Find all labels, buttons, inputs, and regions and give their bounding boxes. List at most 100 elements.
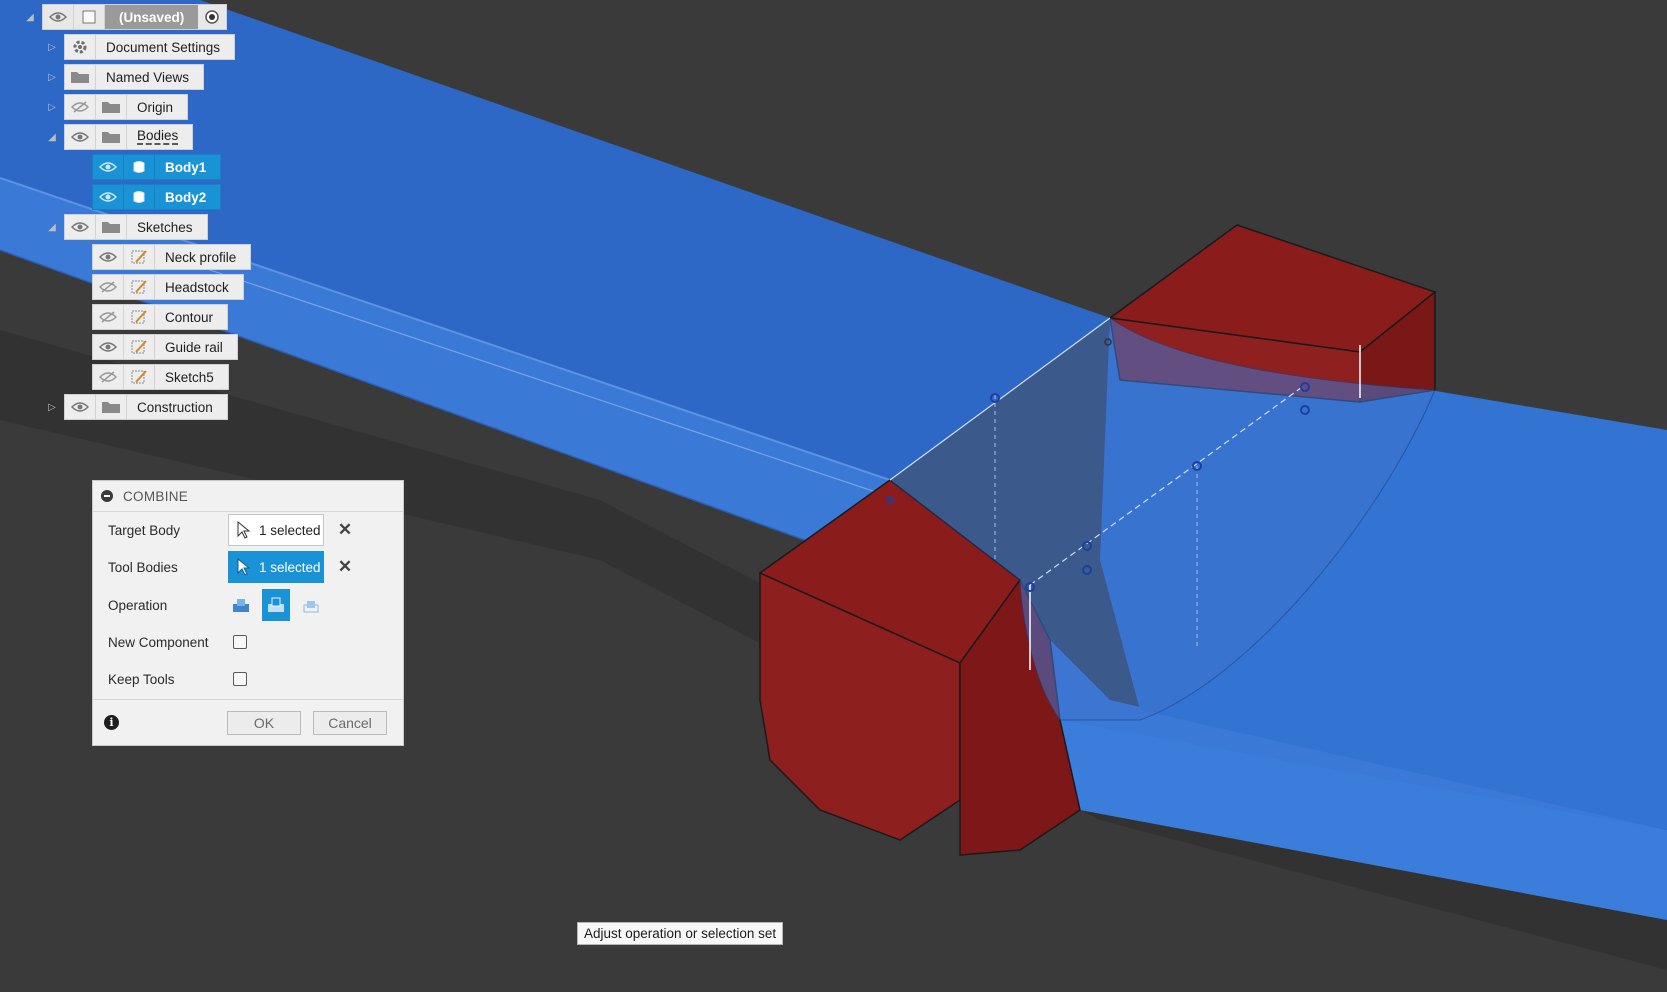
activate-radio-icon[interactable] xyxy=(198,5,226,29)
root-node[interactable]: (Unsaved) xyxy=(42,4,228,30)
body1-node[interactable]: Body1 xyxy=(92,154,222,180)
body2-node[interactable]: Body2 xyxy=(92,184,222,210)
tree-item-label: Named Views xyxy=(106,69,190,85)
tree-item-label: Neck profile xyxy=(165,249,237,265)
eye-icon[interactable] xyxy=(93,155,124,179)
new-component-label: New Component xyxy=(108,634,209,650)
component-icon xyxy=(74,5,105,29)
dialog-footer: i OK Cancel xyxy=(93,699,403,746)
headstock-node[interactable]: Headstock xyxy=(92,274,244,300)
dialog-header[interactable]: COMBINE xyxy=(93,481,403,512)
tree-item-document-settings[interactable]: ▷ Document Settings xyxy=(44,34,236,60)
root-label: (Unsaved) xyxy=(105,5,199,29)
body-icon xyxy=(124,185,155,209)
construction-node[interactable]: Construction xyxy=(64,394,228,420)
folder-icon xyxy=(96,395,127,419)
expand-arrow-icon[interactable]: ▷ xyxy=(44,394,60,420)
expand-arrow-icon[interactable]: ▷ xyxy=(44,94,60,120)
dialog-title: COMBINE xyxy=(123,488,189,504)
tree-item-headstock[interactable]: Headstock xyxy=(92,274,244,300)
eye-hidden-icon[interactable] xyxy=(93,365,124,389)
sketch-icon xyxy=(124,365,155,389)
tree-item-guide-rail[interactable]: Guide rail xyxy=(92,334,238,360)
keep-tools-label: Keep Tools xyxy=(108,671,175,687)
tree-item-construction[interactable]: ▷ Construction xyxy=(44,394,228,420)
sketch5-node[interactable]: Sketch5 xyxy=(92,364,229,390)
bodies-node[interactable]: Bodies xyxy=(64,124,194,150)
tree-item-neck-profile[interactable]: Neck profile xyxy=(92,244,252,270)
eye-icon[interactable] xyxy=(65,215,96,239)
eye-icon[interactable] xyxy=(93,185,124,209)
tree-item-body1[interactable]: Body1 xyxy=(92,154,222,180)
eye-hidden-icon[interactable] xyxy=(93,305,124,329)
expand-arrow-icon[interactable]: ▷ xyxy=(44,64,60,90)
document-settings-node[interactable]: Document Settings xyxy=(64,34,236,60)
ok-button[interactable]: OK xyxy=(227,711,301,735)
tree-item-label: Document Settings xyxy=(106,39,221,55)
clear-tools-icon[interactable]: ✕ xyxy=(336,557,354,576)
collapse-arrow-icon[interactable]: ◢ xyxy=(44,214,60,240)
collapse-dialog-icon[interactable] xyxy=(101,490,113,502)
tree-item-label: Sketch5 xyxy=(165,369,214,385)
target-body-value: 1 selected xyxy=(259,522,321,538)
sketch-icon xyxy=(124,245,155,269)
folder-icon xyxy=(96,125,127,149)
tree-root[interactable]: ◢ (Unsaved) xyxy=(22,4,228,30)
collapse-arrow-icon[interactable]: ◢ xyxy=(44,124,60,150)
folder-icon xyxy=(65,65,96,89)
tool-bodies-selector[interactable]: 1 selected xyxy=(228,551,324,583)
sketch-icon xyxy=(124,275,155,299)
tree-item-label: Origin xyxy=(137,99,174,115)
tree-item-bodies[interactable]: ◢ Bodies xyxy=(44,124,194,150)
new-component-checkbox[interactable] xyxy=(233,635,247,649)
tree-item-sketch5[interactable]: Sketch5 xyxy=(92,364,229,390)
eye-icon[interactable] xyxy=(65,125,96,149)
origin-node[interactable]: Origin xyxy=(64,94,189,120)
tree-item-label: Body2 xyxy=(165,189,207,205)
tree-item-origin[interactable]: ▷ Origin xyxy=(44,94,189,120)
tree-item-body2[interactable]: Body2 xyxy=(92,184,222,210)
contour-node[interactable]: Contour xyxy=(92,304,229,330)
combine-dialog: COMBINE Target Body 1 selected ✕ Tool Bo… xyxy=(92,480,404,746)
gear-icon xyxy=(65,35,96,59)
neck-profile-node[interactable]: Neck profile xyxy=(92,244,252,270)
cancel-button[interactable]: Cancel xyxy=(313,711,387,735)
join-icon xyxy=(233,599,249,612)
bodies-label-text: Bodies xyxy=(137,128,179,145)
tree-item-label: Construction xyxy=(137,399,213,415)
keep-tools-checkbox[interactable] xyxy=(233,672,247,686)
join-operation-button[interactable] xyxy=(227,589,255,621)
eye-icon[interactable] xyxy=(43,5,74,29)
tool-bodies-row: Tool Bodies 1 selected ✕ xyxy=(93,550,403,584)
tree-item-label: Body1 xyxy=(165,159,207,175)
sketches-node[interactable]: Sketches xyxy=(64,214,208,240)
target-body-selector[interactable]: 1 selected xyxy=(228,514,324,546)
tree-item-named-views[interactable]: ▷ Named Views xyxy=(44,64,205,90)
intersect-icon xyxy=(303,601,319,613)
named-views-node[interactable]: Named Views xyxy=(64,64,205,90)
tool-bodies-label: Tool Bodies xyxy=(108,559,178,575)
cursor-arrow-icon xyxy=(237,558,251,576)
clear-target-icon[interactable]: ✕ xyxy=(336,520,354,539)
target-body-label: Target Body xyxy=(108,522,181,538)
tree-item-label: Headstock xyxy=(165,279,229,295)
cut-operation-button[interactable] xyxy=(262,589,290,621)
tooltip: Adjust operation or selection set xyxy=(577,922,784,945)
intersect-operation-button[interactable] xyxy=(297,589,325,621)
target-body-row: Target Body 1 selected ✕ xyxy=(93,513,403,547)
eye-hidden-icon[interactable] xyxy=(93,275,124,299)
eye-icon[interactable] xyxy=(93,245,124,269)
collapse-arrow-icon[interactable]: ◢ xyxy=(22,4,38,30)
sketch-icon xyxy=(124,335,155,359)
eye-hidden-icon[interactable] xyxy=(65,95,96,119)
tree-item-contour[interactable]: Contour xyxy=(92,304,229,330)
keep-tools-row: Keep Tools xyxy=(93,662,403,696)
eye-icon[interactable] xyxy=(65,395,96,419)
tree-item-label: Sketches xyxy=(137,219,193,235)
expand-arrow-icon[interactable]: ▷ xyxy=(44,34,60,60)
info-icon[interactable]: i xyxy=(104,715,119,730)
operation-row: Operation xyxy=(93,588,403,622)
eye-icon[interactable] xyxy=(93,335,124,359)
guide-rail-node[interactable]: Guide rail xyxy=(92,334,238,360)
tree-item-sketches[interactable]: ◢ Sketches xyxy=(44,214,208,240)
